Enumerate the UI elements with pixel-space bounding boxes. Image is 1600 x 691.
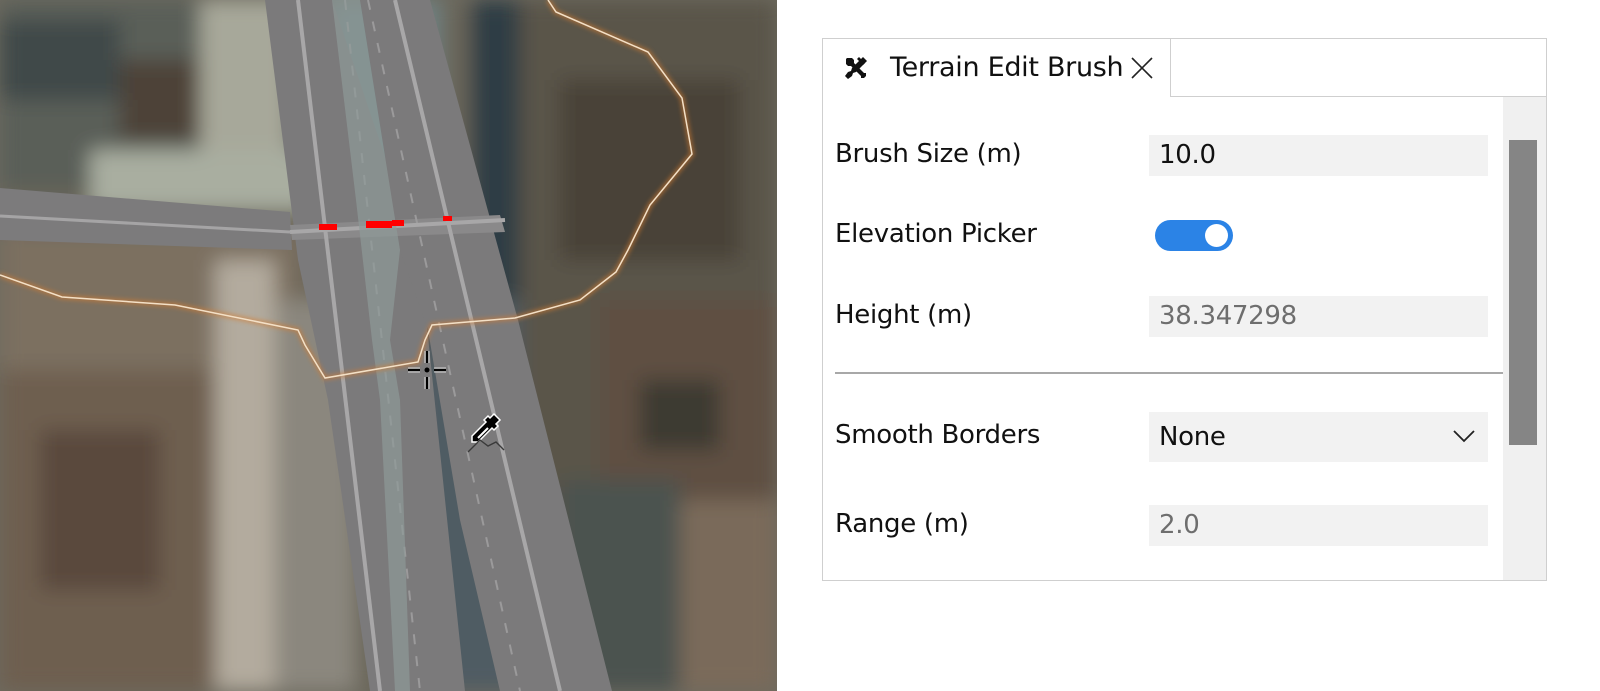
terrain-canvas[interactable] [0, 0, 777, 691]
range-input[interactable]: 2.0 [1149, 505, 1488, 546]
scrollbar-thumb[interactable] [1509, 140, 1537, 445]
tab-title: Terrain Edit Brush [890, 52, 1124, 83]
height-label: Height (m) [835, 300, 972, 330]
chevron-down-icon [1453, 430, 1475, 443]
tab-bar: Terrain Edit Brush [823, 39, 1546, 97]
brush-size-input[interactable]: 10.0 [1149, 135, 1488, 176]
terrain-edit-brush-panel: Terrain Edit Brush Brush Size (m) 10.0 E… [822, 38, 1547, 581]
elevation-picker-toggle[interactable] [1155, 220, 1233, 251]
smooth-borders-label: Smooth Borders [835, 420, 1041, 450]
height-input[interactable]: 38.347298 [1149, 296, 1488, 337]
close-icon[interactable] [1130, 56, 1154, 80]
tab-terrain-edit-brush[interactable]: Terrain Edit Brush [823, 39, 1171, 97]
range-label: Range (m) [835, 509, 969, 539]
panel-content: Brush Size (m) 10.0 Elevation Picker Hei… [823, 97, 1546, 580]
toggle-knob [1205, 224, 1228, 247]
section-divider [835, 372, 1505, 374]
tab-bar-empty [1171, 39, 1546, 96]
smooth-borders-dropdown[interactable]: None [1149, 412, 1488, 462]
smooth-borders-value: None [1159, 422, 1226, 452]
brush-size-label: Brush Size (m) [835, 139, 1022, 169]
map-viewport[interactable] [0, 0, 777, 691]
tools-icon [845, 57, 867, 79]
scrollbar-track[interactable] [1503, 97, 1546, 580]
elevation-picker-label: Elevation Picker [835, 219, 1037, 249]
